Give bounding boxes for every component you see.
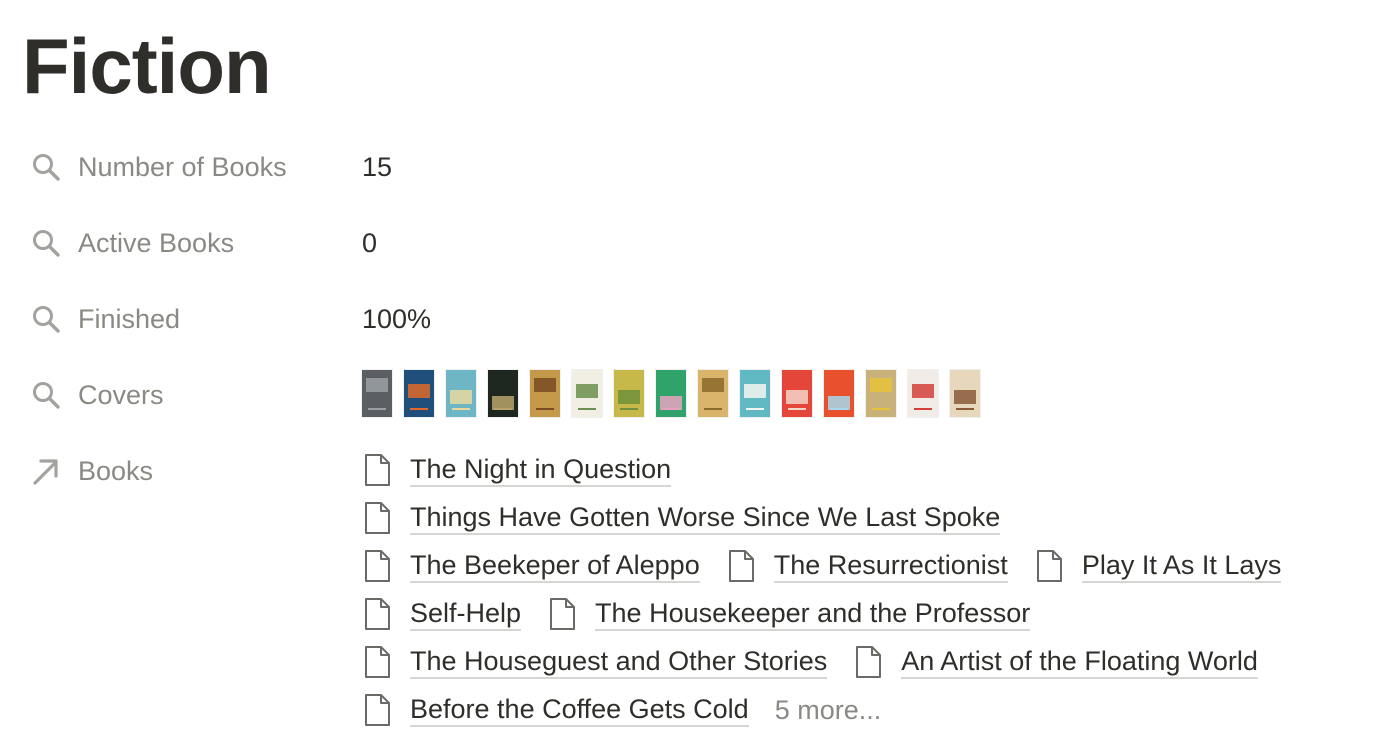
property-label-text: Books — [78, 455, 154, 486]
book-title: The Resurrectionist — [773, 550, 1008, 583]
books-line: Before the Coffee Gets Cold 5 more... — [362, 686, 1372, 734]
page-icon — [362, 597, 396, 631]
covers-gallery — [362, 370, 980, 417]
cover-thumbnail[interactable] — [530, 370, 560, 417]
book-link[interactable]: Things Have Gotten Worse Since We Last S… — [362, 501, 1001, 535]
cover-thumbnail[interactable] — [698, 370, 728, 417]
book-title: Before the Coffee Gets Cold — [410, 694, 749, 727]
book-title: Self-Help — [410, 598, 522, 631]
property-label-text: Covers — [78, 379, 164, 410]
book-title: Things Have Gotten Worse Since We Last S… — [410, 502, 1001, 535]
search-icon — [30, 151, 62, 183]
book-link[interactable]: Before the Coffee Gets Cold — [362, 693, 749, 727]
page-icon — [547, 597, 581, 631]
property-label-finished[interactable]: Finished — [30, 299, 180, 339]
page-icon — [726, 549, 760, 583]
property-label-books[interactable]: Books — [30, 451, 153, 491]
book-title: The Night in Question — [410, 454, 672, 487]
books-line: The Night in Question — [362, 446, 1372, 494]
book-link[interactable]: An Artist of the Floating World — [853, 645, 1258, 679]
book-title: The Housekeeper and the Professor — [595, 598, 1031, 631]
books-line: Things Have Gotten Worse Since We Last S… — [362, 494, 1372, 542]
cover-thumbnail[interactable] — [782, 370, 812, 417]
cover-thumbnail[interactable] — [446, 370, 476, 417]
book-title: The Houseguest and Other Stories — [410, 646, 828, 679]
cover-thumbnail[interactable] — [362, 370, 392, 417]
cover-thumbnail[interactable] — [488, 370, 518, 417]
book-link[interactable]: The Housekeeper and the Professor — [547, 597, 1031, 631]
cover-thumbnail[interactable] — [866, 370, 896, 417]
cover-thumbnail[interactable] — [404, 370, 434, 417]
cover-thumbnail[interactable] — [656, 370, 686, 417]
search-icon — [30, 303, 62, 335]
page-icon — [853, 645, 887, 679]
page-icon — [362, 501, 396, 535]
book-title: The Beekeper of Aleppo — [410, 550, 700, 583]
page-icon — [362, 693, 396, 727]
page-icon — [362, 549, 396, 583]
page-title: Fiction — [22, 22, 272, 110]
cover-thumbnail[interactable] — [572, 370, 602, 417]
property-value-finished[interactable]: 100% — [362, 299, 431, 339]
show-more-link[interactable]: 5 more... — [775, 695, 882, 726]
book-link[interactable]: Self-Help — [362, 597, 522, 631]
cover-thumbnail[interactable] — [950, 370, 980, 417]
books-relation-list: The Night in Question Things Have Gotten … — [362, 446, 1372, 734]
cover-thumbnail[interactable] — [824, 370, 854, 417]
cover-thumbnail[interactable] — [740, 370, 770, 417]
book-link[interactable]: The Night in Question — [362, 453, 672, 487]
book-link[interactable]: The Resurrectionist — [726, 549, 1008, 583]
page-icon — [362, 645, 396, 679]
book-link[interactable]: The Beekeper of Aleppo — [362, 549, 700, 583]
page-icon — [362, 453, 396, 487]
books-line: The Houseguest and Other Stories An Artis… — [362, 638, 1372, 686]
arrow-up-right-icon — [30, 455, 62, 487]
books-line: Self-Help The Housekeeper and the Profess… — [362, 590, 1372, 638]
search-icon — [30, 379, 62, 411]
book-link[interactable]: Play It As It Lays — [1034, 549, 1282, 583]
book-title: Play It As It Lays — [1081, 550, 1282, 583]
property-value-number-of-books[interactable]: 15 — [362, 147, 392, 187]
property-label-text: Finished — [78, 303, 181, 334]
book-title: An Artist of the Floating World — [901, 646, 1258, 679]
books-line: The Beekeper of Aleppo The Resurrectionis… — [362, 542, 1372, 590]
search-icon — [30, 227, 62, 259]
book-link[interactable]: The Houseguest and Other Stories — [362, 645, 828, 679]
property-label-text: Number of Books — [78, 151, 287, 182]
property-label-text: Active Books — [78, 227, 235, 258]
cover-thumbnail[interactable] — [908, 370, 938, 417]
page-icon — [1034, 549, 1068, 583]
cover-thumbnail[interactable] — [614, 370, 644, 417]
property-label-active-books[interactable]: Active Books — [30, 223, 234, 263]
property-value-active-books[interactable]: 0 — [362, 223, 377, 263]
property-label-covers[interactable]: Covers — [30, 375, 164, 415]
property-label-number-of-books[interactable]: Number of Books — [30, 147, 287, 187]
